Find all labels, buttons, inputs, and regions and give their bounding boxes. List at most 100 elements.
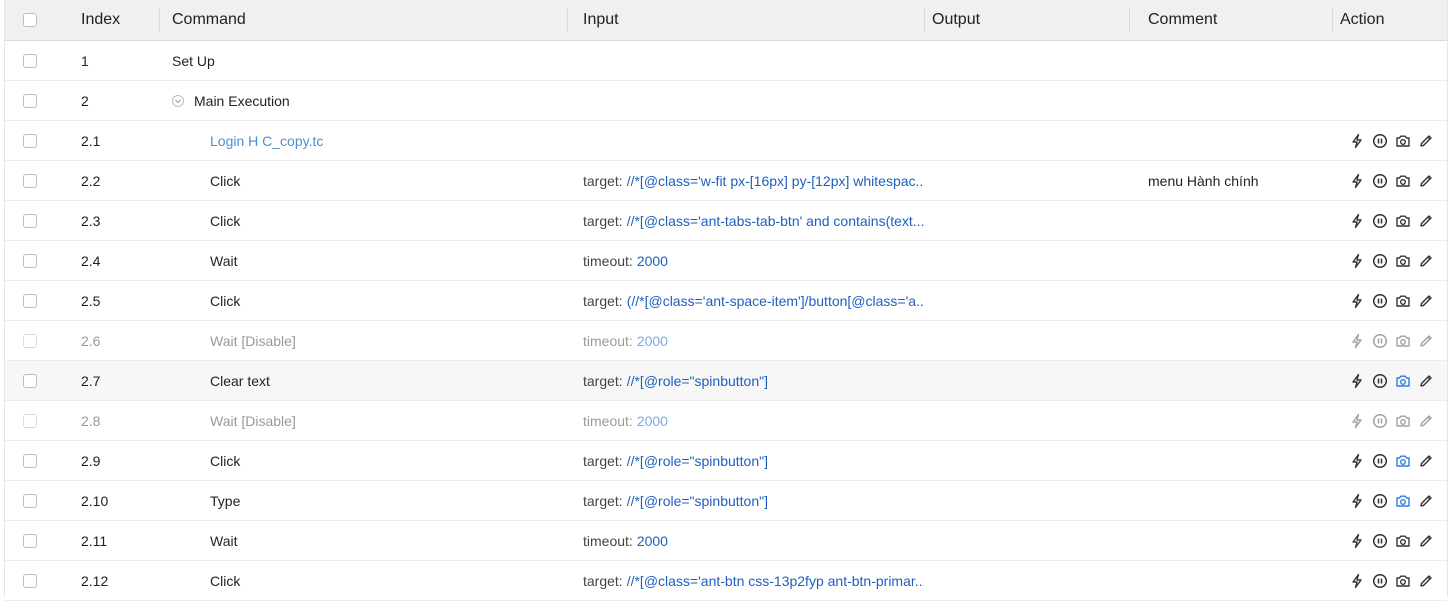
table-row[interactable]: 2.2 Click target://*[@class='w-fit px-[16p… <box>5 161 1447 201</box>
pause-icon[interactable] <box>1371 292 1388 309</box>
pause-icon[interactable] <box>1371 572 1388 589</box>
run-step-icon[interactable] <box>1348 292 1365 309</box>
camera-icon[interactable] <box>1394 372 1411 389</box>
edit-pencil-icon[interactable] <box>1417 172 1434 189</box>
row-checkbox[interactable] <box>23 573 37 588</box>
row-command: Click <box>159 161 567 200</box>
camera-icon[interactable] <box>1394 532 1411 549</box>
row-checkbox[interactable] <box>23 493 37 508</box>
input-param-label: target: <box>583 292 623 309</box>
edit-pencil-icon[interactable] <box>1417 452 1434 469</box>
edit-pencil-icon[interactable] <box>1417 532 1434 549</box>
row-checkbox[interactable] <box>23 93 37 108</box>
command-text: Click <box>210 172 241 189</box>
row-comment <box>1129 41 1332 80</box>
row-checkbox[interactable] <box>23 173 37 188</box>
camera-icon[interactable] <box>1394 252 1411 269</box>
input-param-value: 2000 <box>636 532 668 549</box>
edit-pencil-icon[interactable] <box>1417 572 1434 589</box>
run-step-icon[interactable] <box>1348 532 1365 549</box>
table-row[interactable]: 2.5 Click target: (//*[@class='ant-space-it… <box>5 281 1447 321</box>
row-checkbox[interactable] <box>23 133 37 148</box>
table-row[interactable]: 2.7 Clear text target://*[@role="spinbutto… <box>5 361 1447 401</box>
row-index: 2.3 <box>55 201 159 240</box>
pause-icon[interactable] <box>1371 452 1388 469</box>
row-input: timeout: 2000 <box>567 521 924 560</box>
pause-icon[interactable] <box>1371 532 1388 549</box>
edit-pencil-icon[interactable] <box>1417 412 1434 429</box>
row-command: Login H C_copy.tc <box>159 121 567 160</box>
row-checkbox[interactable] <box>23 53 37 68</box>
pause-icon[interactable] <box>1371 132 1388 149</box>
column-header-command[interactable]: Command <box>159 0 567 40</box>
table-row[interactable]: 2 Main Execution <box>5 81 1447 121</box>
column-header-index[interactable]: Index <box>55 0 159 40</box>
run-step-icon[interactable] <box>1348 332 1365 349</box>
run-step-icon[interactable] <box>1348 252 1365 269</box>
pause-icon[interactable] <box>1371 212 1388 229</box>
table-row[interactable]: 2.12 Click target://*[@class='ant-btn css-… <box>5 561 1447 601</box>
camera-icon[interactable] <box>1394 452 1411 469</box>
table-row[interactable]: 2.9 Click target://*[@role="spinbutton"] <box>5 441 1447 481</box>
column-header-comment[interactable]: Comment <box>1129 0 1332 40</box>
row-checkbox[interactable] <box>23 413 37 428</box>
run-step-icon[interactable] <box>1348 372 1365 389</box>
camera-icon[interactable] <box>1394 132 1411 149</box>
row-command: Main Execution <box>159 81 567 120</box>
run-step-icon[interactable] <box>1348 412 1365 429</box>
pause-icon[interactable] <box>1371 332 1388 349</box>
pause-icon[interactable] <box>1371 412 1388 429</box>
camera-icon[interactable] <box>1394 172 1411 189</box>
row-checkbox[interactable] <box>23 213 37 228</box>
row-checkbox[interactable] <box>23 453 37 468</box>
pause-icon[interactable] <box>1371 252 1388 269</box>
table-row[interactable]: 2.4 Wait timeout: 2000 <box>5 241 1447 281</box>
select-all-checkbox[interactable] <box>23 13 37 27</box>
row-checkbox[interactable] <box>23 293 37 308</box>
edit-pencil-icon[interactable] <box>1417 292 1434 309</box>
row-checkbox[interactable] <box>23 373 37 388</box>
pause-icon[interactable] <box>1371 172 1388 189</box>
camera-icon[interactable] <box>1394 492 1411 509</box>
test-case-link[interactable]: Login H C_copy.tc <box>210 133 323 149</box>
column-header-input[interactable]: Input <box>567 0 924 40</box>
row-comment <box>1129 321 1332 360</box>
edit-pencil-icon[interactable] <box>1417 492 1434 509</box>
table-row[interactable]: 2.1 Login H C_copy.tc <box>5 121 1447 161</box>
pause-icon[interactable] <box>1371 492 1388 509</box>
row-actions <box>1332 521 1448 560</box>
camera-icon[interactable] <box>1394 292 1411 309</box>
pause-icon[interactable] <box>1371 372 1388 389</box>
edit-pencil-icon[interactable] <box>1417 252 1434 269</box>
run-step-icon[interactable] <box>1348 572 1365 589</box>
camera-icon[interactable] <box>1394 412 1411 429</box>
table-row[interactable]: 2.10 Type target://*[@role="spinbutton"] <box>5 481 1447 521</box>
table-row[interactable]: 1 Set Up <box>5 41 1447 81</box>
run-step-icon[interactable] <box>1348 452 1365 469</box>
row-index-text: 2.5 <box>81 292 101 309</box>
camera-icon[interactable] <box>1394 572 1411 589</box>
run-step-icon[interactable] <box>1348 132 1365 149</box>
table-row[interactable]: 2.3 Click target://*[@class='ant-tabs-tab-… <box>5 201 1447 241</box>
table-row[interactable]: 2.8 Wait [Disable] timeout: 2000 <box>5 401 1447 441</box>
row-checkbox[interactable] <box>23 533 37 548</box>
table-row[interactable]: 2.6 Wait [Disable] timeout: 2000 <box>5 321 1447 361</box>
chevron-down-icon[interactable] <box>172 94 184 107</box>
row-actions <box>1332 321 1448 360</box>
camera-icon[interactable] <box>1394 212 1411 229</box>
row-output <box>924 481 1129 520</box>
run-step-icon[interactable] <box>1348 212 1365 229</box>
edit-pencil-icon[interactable] <box>1417 132 1434 149</box>
camera-icon[interactable] <box>1394 332 1411 349</box>
row-command: Click <box>159 201 567 240</box>
column-header-output[interactable]: Output <box>924 0 1129 40</box>
run-step-icon[interactable] <box>1348 492 1365 509</box>
edit-pencil-icon[interactable] <box>1417 212 1434 229</box>
input-param-value: //*[@class='ant-tabs-tab-btn' and contai… <box>626 212 924 229</box>
run-step-icon[interactable] <box>1348 172 1365 189</box>
edit-pencil-icon[interactable] <box>1417 332 1434 349</box>
row-checkbox[interactable] <box>23 253 37 268</box>
table-row[interactable]: 2.11 Wait timeout: 2000 <box>5 521 1447 561</box>
edit-pencil-icon[interactable] <box>1417 372 1434 389</box>
row-checkbox[interactable] <box>23 333 37 348</box>
